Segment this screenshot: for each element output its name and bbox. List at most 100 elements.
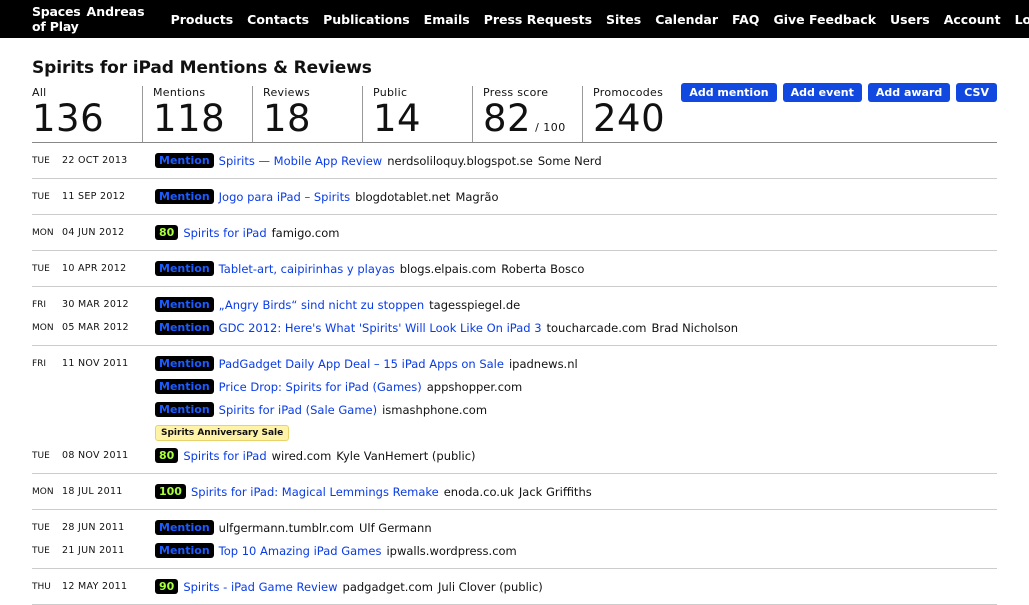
date-group: FRI 11 NOV 2011 Mention PadGadget Daily App… xyxy=(32,346,997,474)
date-group: TUE 10 APR 2012 Mention Tablet-art, caipiri… xyxy=(32,251,997,287)
mention-tag[interactable]: Mention xyxy=(155,402,214,417)
row-date: 11 NOV 2011 xyxy=(62,358,129,369)
brand-name[interactable]: Spaces of Play xyxy=(32,4,81,34)
add-event-button[interactable]: Add event xyxy=(782,83,862,102)
entry-title-link[interactable]: Spirits — Mobile App Review xyxy=(219,154,383,168)
entry-site: ulfgermann.tumblr.com xyxy=(218,520,354,535)
stats-bar: All 136 Mentions 118 Reviews 18 Public 14 Press … xyxy=(32,83,997,142)
entry-site: famigo.com xyxy=(271,225,340,240)
event-badge[interactable]: Spirits Anniversary Sale xyxy=(155,424,290,441)
mention-tag[interactable]: Mention xyxy=(155,379,214,394)
mention-tag[interactable]: Mention xyxy=(155,543,214,558)
review-score[interactable]: 100 xyxy=(155,484,186,499)
date-group: MON 18 JUL 2011 100 Spirits for iPad: Magic… xyxy=(32,474,997,510)
entry: Mention Spirits for iPad (Sale Game) ismas… xyxy=(155,402,492,417)
entry-site: ipadnews.nl xyxy=(508,356,578,371)
stat-value: 240 xyxy=(593,97,666,140)
nav-item-sites[interactable]: Sites xyxy=(606,12,641,27)
row-date: 21 JUN 2011 xyxy=(62,545,125,556)
entry: 100 Spirits for iPad: Magical Lemmings Re… xyxy=(155,484,597,499)
mention-row: TUE 10 APR 2012 Mention Tablet-art, caipiri… xyxy=(32,257,997,280)
mention-row: THU 12 MAY 2011 90 Spirits - iPad Game Revi… xyxy=(32,575,997,598)
entry-site: nerdsoliloquy.blogspot.se xyxy=(387,153,533,168)
stat-value: 18 xyxy=(263,97,312,140)
nav-item-emails[interactable]: Emails xyxy=(424,12,470,27)
mentions-list: TUE 22 OCT 2013 Mention Spirits — Mobile Ap… xyxy=(32,143,997,605)
date-group: TUE 22 OCT 2013 Mention Spirits — Mobile Ap… xyxy=(32,143,997,179)
right-nav: FAQ Give Feedback Users Account Logout xyxy=(732,12,1029,27)
mention-row: TUE 21 JUN 2011 Mention Top 10 Amazing iPad… xyxy=(32,539,997,562)
entry-title-link[interactable]: „Angry Birds“ sind nicht zu stoppen xyxy=(219,298,425,312)
entry: Mention Top 10 Amazing iPad Games ipwalls.… xyxy=(155,543,522,558)
entry-title-link[interactable]: GDC 2012: Here's What 'Spirits' Will Loo… xyxy=(219,321,542,335)
add-award-button[interactable]: Add award xyxy=(867,83,951,102)
stat-value: 118 xyxy=(153,97,226,140)
entry-author: Juli Clover (public) xyxy=(437,579,543,594)
mention-tag[interactable]: Mention xyxy=(155,520,214,535)
entry-title-link[interactable]: Price Drop: Spirits for iPad (Games) xyxy=(219,380,422,394)
nav-item-users[interactable]: Users xyxy=(890,12,930,27)
row-day: MON xyxy=(32,486,54,497)
nav-item-account[interactable]: Account xyxy=(944,12,1001,27)
mention-row: TUE 28 JUN 2011 Mention ulfgermann.tumblr.c… xyxy=(32,516,997,539)
entry: 80 Spirits for iPad wired.com Kyle VanHemer… xyxy=(155,448,481,463)
entry-author: Jack Griffiths xyxy=(518,484,592,499)
entry-title-link[interactable]: Spirits - iPad Game Review xyxy=(183,580,337,594)
main-content: Spirits for iPad Mentions & Reviews All 1… xyxy=(0,58,1029,605)
add-mention-button[interactable]: Add mention xyxy=(681,83,777,102)
mention-row: TUE 11 SEP 2012 Mention Jogo para iPad – Sp… xyxy=(32,185,997,208)
date-group: THU 12 MAY 2011 90 Spirits - iPad Game Revi… xyxy=(32,569,997,605)
nav-item-publications[interactable]: Publications xyxy=(323,12,410,27)
row-day: MON xyxy=(32,322,54,333)
mention-row: TUE 08 NOV 2011 80 Spirits for iPad wired.co… xyxy=(32,444,997,467)
nav-item-products[interactable]: Products xyxy=(171,12,234,27)
nav-item-press-requests[interactable]: Press Requests xyxy=(484,12,592,27)
mention-row: MON 05 MAR 2012 Mention GDC 2012: Here's Wh… xyxy=(32,316,997,339)
entry: Mention Price Drop: Spirits for iPad (Gam… xyxy=(155,379,527,394)
entry-title-link[interactable]: PadGadget Daily App Deal – 15 iPad Apps … xyxy=(219,357,504,371)
entry-author: Ulf Germann xyxy=(358,520,432,535)
brand[interactable]: Spaces of Play Andreas xyxy=(32,4,145,34)
mention-row: MON 18 JUL 2011 100 Spirits for iPad: Magic… xyxy=(32,480,997,503)
row-day: THU xyxy=(32,581,51,592)
mention-tag[interactable]: Mention xyxy=(155,189,214,204)
mention-row: MON 04 JUN 2012 80 Spirits for iPad famigo.c… xyxy=(32,221,997,244)
nav-item-contacts[interactable]: Contacts xyxy=(247,12,309,27)
entry-title-link[interactable]: Jogo para iPad – Spirits xyxy=(219,190,350,204)
nav-item-calendar[interactable]: Calendar xyxy=(655,12,718,27)
row-date: 05 MAR 2012 xyxy=(62,322,129,333)
entry-site: toucharcade.com xyxy=(546,320,647,335)
review-score[interactable]: 90 xyxy=(155,579,179,594)
entry: Mention ulfgermann.tumblr.com Ulf Germann xyxy=(155,520,437,535)
current-user[interactable]: Andreas xyxy=(87,4,145,34)
stat-value: 136 xyxy=(32,97,105,140)
row-day: TUE xyxy=(32,263,50,274)
row-day: TUE xyxy=(32,522,50,533)
csv-button[interactable]: CSV xyxy=(956,83,997,102)
entry-title-link[interactable]: Spirits for iPad: Magical Lemmings Remak… xyxy=(191,485,439,499)
mention-row: Mention Spirits for iPad (Sale Game) ismas… xyxy=(32,398,997,421)
nav-item-give-feedback[interactable]: Give Feedback xyxy=(773,12,876,27)
review-score[interactable]: 80 xyxy=(155,448,179,463)
nav-item-logout[interactable]: Logout xyxy=(1015,12,1029,27)
entry-title-link[interactable]: Top 10 Amazing iPad Games xyxy=(219,544,382,558)
mention-tag[interactable]: Mention xyxy=(155,297,214,312)
review-score[interactable]: 80 xyxy=(155,225,179,240)
entry: 90 Spirits - iPad Game Review padgadget.co… xyxy=(155,579,548,594)
row-date: 30 MAR 2012 xyxy=(62,299,129,310)
event-row: Spirits Anniversary Sale xyxy=(32,421,997,444)
entry-title-link[interactable]: Tablet-art, caipirinhas y playas xyxy=(219,262,395,276)
mention-tag[interactable]: Mention xyxy=(155,356,214,371)
mention-tag[interactable]: Mention xyxy=(155,153,214,168)
entry-title-link[interactable]: Spirits for iPad xyxy=(183,226,266,240)
entry-title-link[interactable]: Spirits for iPad (Sale Game) xyxy=(219,403,377,417)
main-nav: Products Contacts Publications Emails Press … xyxy=(171,12,732,27)
row-date: 04 JUN 2012 xyxy=(62,227,125,238)
mention-tag[interactable]: Mention xyxy=(155,261,214,276)
mention-tag[interactable]: Mention xyxy=(155,320,214,335)
entry-title-link[interactable]: Spirits for iPad xyxy=(183,449,266,463)
row-day: TUE xyxy=(32,545,50,556)
nav-item-faq[interactable]: FAQ xyxy=(732,12,759,27)
stat-press-score: Press score 82/ 100 xyxy=(472,86,582,142)
entry-author: Roberta Bosco xyxy=(501,261,585,276)
